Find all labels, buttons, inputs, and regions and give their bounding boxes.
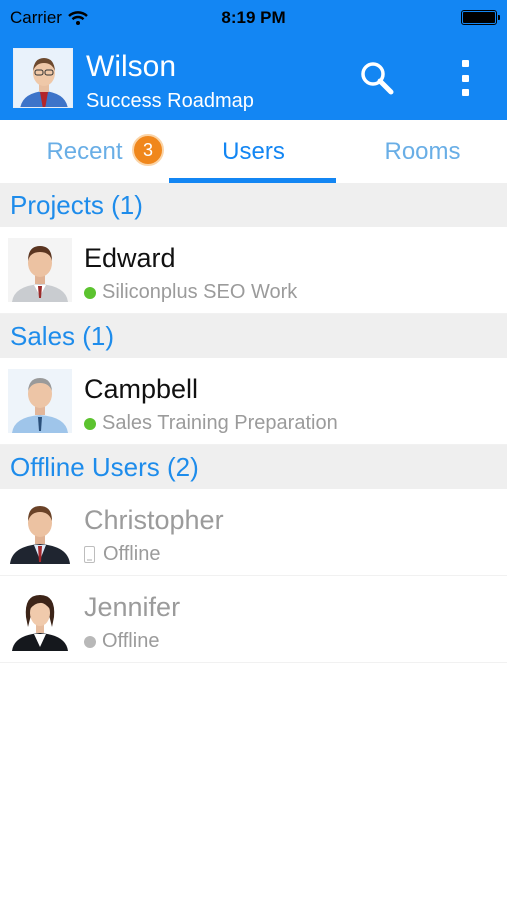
user-name: Campbell xyxy=(84,374,199,404)
more-vertical-icon[interactable] xyxy=(454,60,476,96)
status-bar: Carrier 8:19 PM xyxy=(0,0,507,36)
mobile-offline-icon xyxy=(84,546,95,563)
tab-bar: Recent 3 Users Rooms xyxy=(0,120,507,183)
app-header-area: Carrier 8:19 PM Wilson Success Roadmap xyxy=(0,0,507,120)
user-status-text: Offline xyxy=(102,630,160,652)
user-name: Christopher xyxy=(84,505,224,535)
list-item[interactable]: Jennifer Offline xyxy=(0,576,507,663)
user-photo xyxy=(8,238,72,302)
avatar xyxy=(8,238,72,302)
user-status-text: Sales Training Preparation xyxy=(102,412,338,434)
status-time: 8:19 PM xyxy=(221,8,286,27)
avatar[interactable] xyxy=(13,48,73,108)
online-status-icon xyxy=(84,417,96,430)
user-status: Siliconplus SEO Work xyxy=(84,281,297,304)
section-header-sales: Sales (1) xyxy=(0,314,507,358)
user-name: Edward xyxy=(84,243,176,273)
user-name: Jennifer xyxy=(84,592,181,622)
avatar xyxy=(8,369,72,433)
battery-icon xyxy=(461,10,500,25)
tab-recent-label: Recent xyxy=(46,137,123,165)
tab-rooms-label: Rooms xyxy=(384,137,461,165)
tab-recent[interactable]: Recent 3 xyxy=(0,120,169,183)
avatar-image xyxy=(14,49,72,107)
online-status-icon xyxy=(84,286,96,299)
profile-header: Wilson Success Roadmap xyxy=(0,46,507,112)
offline-status-icon xyxy=(84,635,96,648)
user-status-text: Siliconplus SEO Work xyxy=(102,281,298,303)
active-tab-indicator xyxy=(169,178,336,183)
profile-name: Wilson xyxy=(86,50,177,83)
tab-users-label: Users xyxy=(222,137,285,165)
user-status: Offline xyxy=(84,630,159,653)
unread-badge: 3 xyxy=(132,134,164,166)
section-header-offline-users: Offline Users (2) xyxy=(0,445,507,489)
user-photo xyxy=(8,369,72,433)
user-status: Sales Training Preparation xyxy=(84,412,338,435)
user-photo xyxy=(8,500,72,564)
user-photo xyxy=(8,587,72,651)
tab-users[interactable]: Users xyxy=(169,120,338,183)
user-status-text: Offline xyxy=(103,543,161,565)
user-status: Offline xyxy=(84,543,160,566)
search-icon[interactable] xyxy=(359,60,395,96)
list-item[interactable]: Campbell Sales Training Preparation xyxy=(0,358,507,445)
list-item[interactable]: Edward Siliconplus SEO Work xyxy=(0,227,507,314)
tab-rooms[interactable]: Rooms xyxy=(338,120,507,183)
list-item[interactable]: Christopher Offline xyxy=(0,489,507,576)
profile-subtitle: Success Roadmap xyxy=(86,90,254,112)
avatar xyxy=(8,500,72,564)
avatar xyxy=(8,587,72,651)
section-header-projects: Projects (1) xyxy=(0,183,507,227)
